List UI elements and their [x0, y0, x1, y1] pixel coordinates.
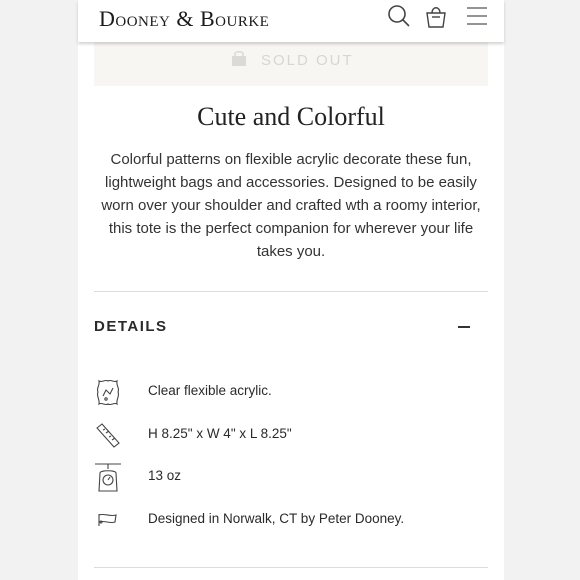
site-header: Dooney & Bourke	[78, 0, 504, 42]
lock-icon	[231, 50, 247, 71]
search-icon[interactable]	[387, 4, 411, 28]
detail-text: H 8.25" x W 4" x L 8.25"	[148, 426, 292, 441]
minus-icon[interactable]	[456, 318, 474, 336]
scale-icon	[94, 461, 122, 493]
divider	[94, 291, 488, 292]
sold-out-label: SOLD OUT	[261, 52, 354, 69]
divider	[94, 567, 488, 568]
detail-text: Designed in Norwalk, CT by Peter Dooney.	[148, 511, 405, 526]
menu-icon[interactable]	[465, 4, 489, 28]
pennant-flag-icon	[94, 504, 122, 536]
detail-item: Designed in Norwalk, CT by Peter Dooney.	[94, 504, 488, 540]
details-heading[interactable]: DETAILS	[94, 318, 168, 335]
detail-item: Clear flexible acrylic.	[94, 376, 488, 412]
product-headline: Cute and Colorful	[197, 102, 385, 131]
detail-item: 13 oz	[94, 461, 488, 497]
brand-logo[interactable]: Dooney & Bourke	[99, 6, 269, 32]
detail-text: Clear flexible acrylic.	[148, 383, 272, 398]
product-description: Colorful patterns on flexible acrylic de…	[101, 151, 481, 260]
ruler-icon	[94, 419, 122, 451]
leather-hide-icon	[94, 376, 122, 408]
detail-item: H 8.25" x W 4" x L 8.25"	[94, 419, 488, 455]
shopping-bag-icon[interactable]	[424, 4, 448, 28]
detail-text: 13 oz	[148, 468, 182, 483]
